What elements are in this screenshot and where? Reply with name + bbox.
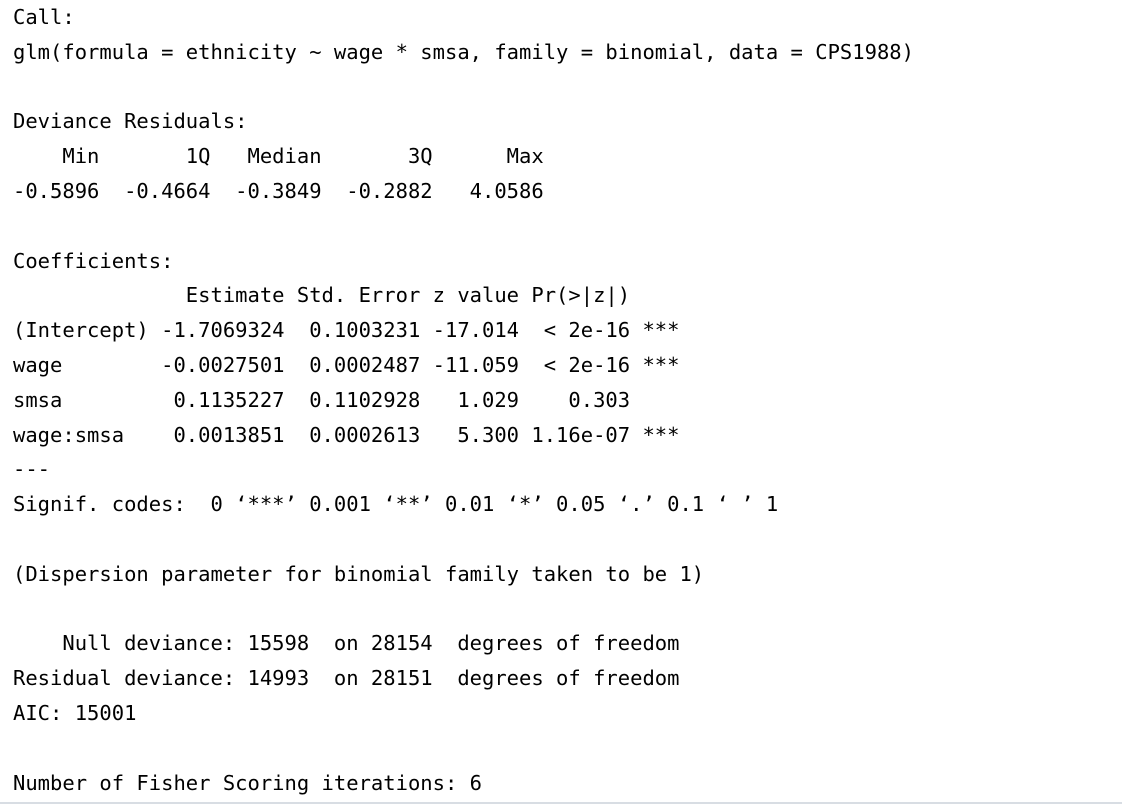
bottom-divider [0,802,1122,804]
fisher-scoring-iterations: Number of Fisher Scoring iterations: 6 [13,770,482,795]
null-deviance: Null deviance: 15598 on 28154 degrees of… [13,631,680,656]
console-output: Call: glm(formula = ethnicity ~ wage * s… [13,0,1113,800]
signif-codes: Signif. codes: 0 ‘***’ 0.001 ‘**’ 0.01 ‘… [13,492,779,517]
residual-deviance: Residual deviance: 14993 on 28151 degree… [13,666,680,691]
separator-line: --- [13,457,51,482]
coefficients-column-headers: Estimate Std. Error z value Pr(>|z|) [13,283,631,308]
coefficient-row-smsa: smsa 0.1135227 0.1102928 1.029 0.303 [13,387,631,412]
call-header: Call: [13,5,75,29]
deviance-residuals-values: -0.5896 -0.4664 -0.3849 -0.2882 4.0586 [13,178,544,203]
coefficient-row-intercept: (Intercept) -1.7069324 0.1003231 -17.014… [13,318,680,343]
coefficient-row-wage: wage -0.0027501 0.0002487 -11.059 < 2e-1… [13,352,680,377]
coefficient-row-wage-smsa: wage:smsa 0.0013851 0.0002613 5.300 1.16… [13,422,680,447]
deviance-residuals-labels: Min 1Q Median 3Q Max [13,144,544,169]
deviance-residuals-header: Deviance Residuals: [13,109,248,134]
dispersion-parameter: (Dispersion parameter for binomial famil… [13,561,705,586]
aic-value: AIC: 15001 [13,700,137,725]
call-formula: glm(formula = ethnicity ~ wage * smsa, f… [13,39,914,64]
coefficients-header: Coefficients: [13,248,174,273]
